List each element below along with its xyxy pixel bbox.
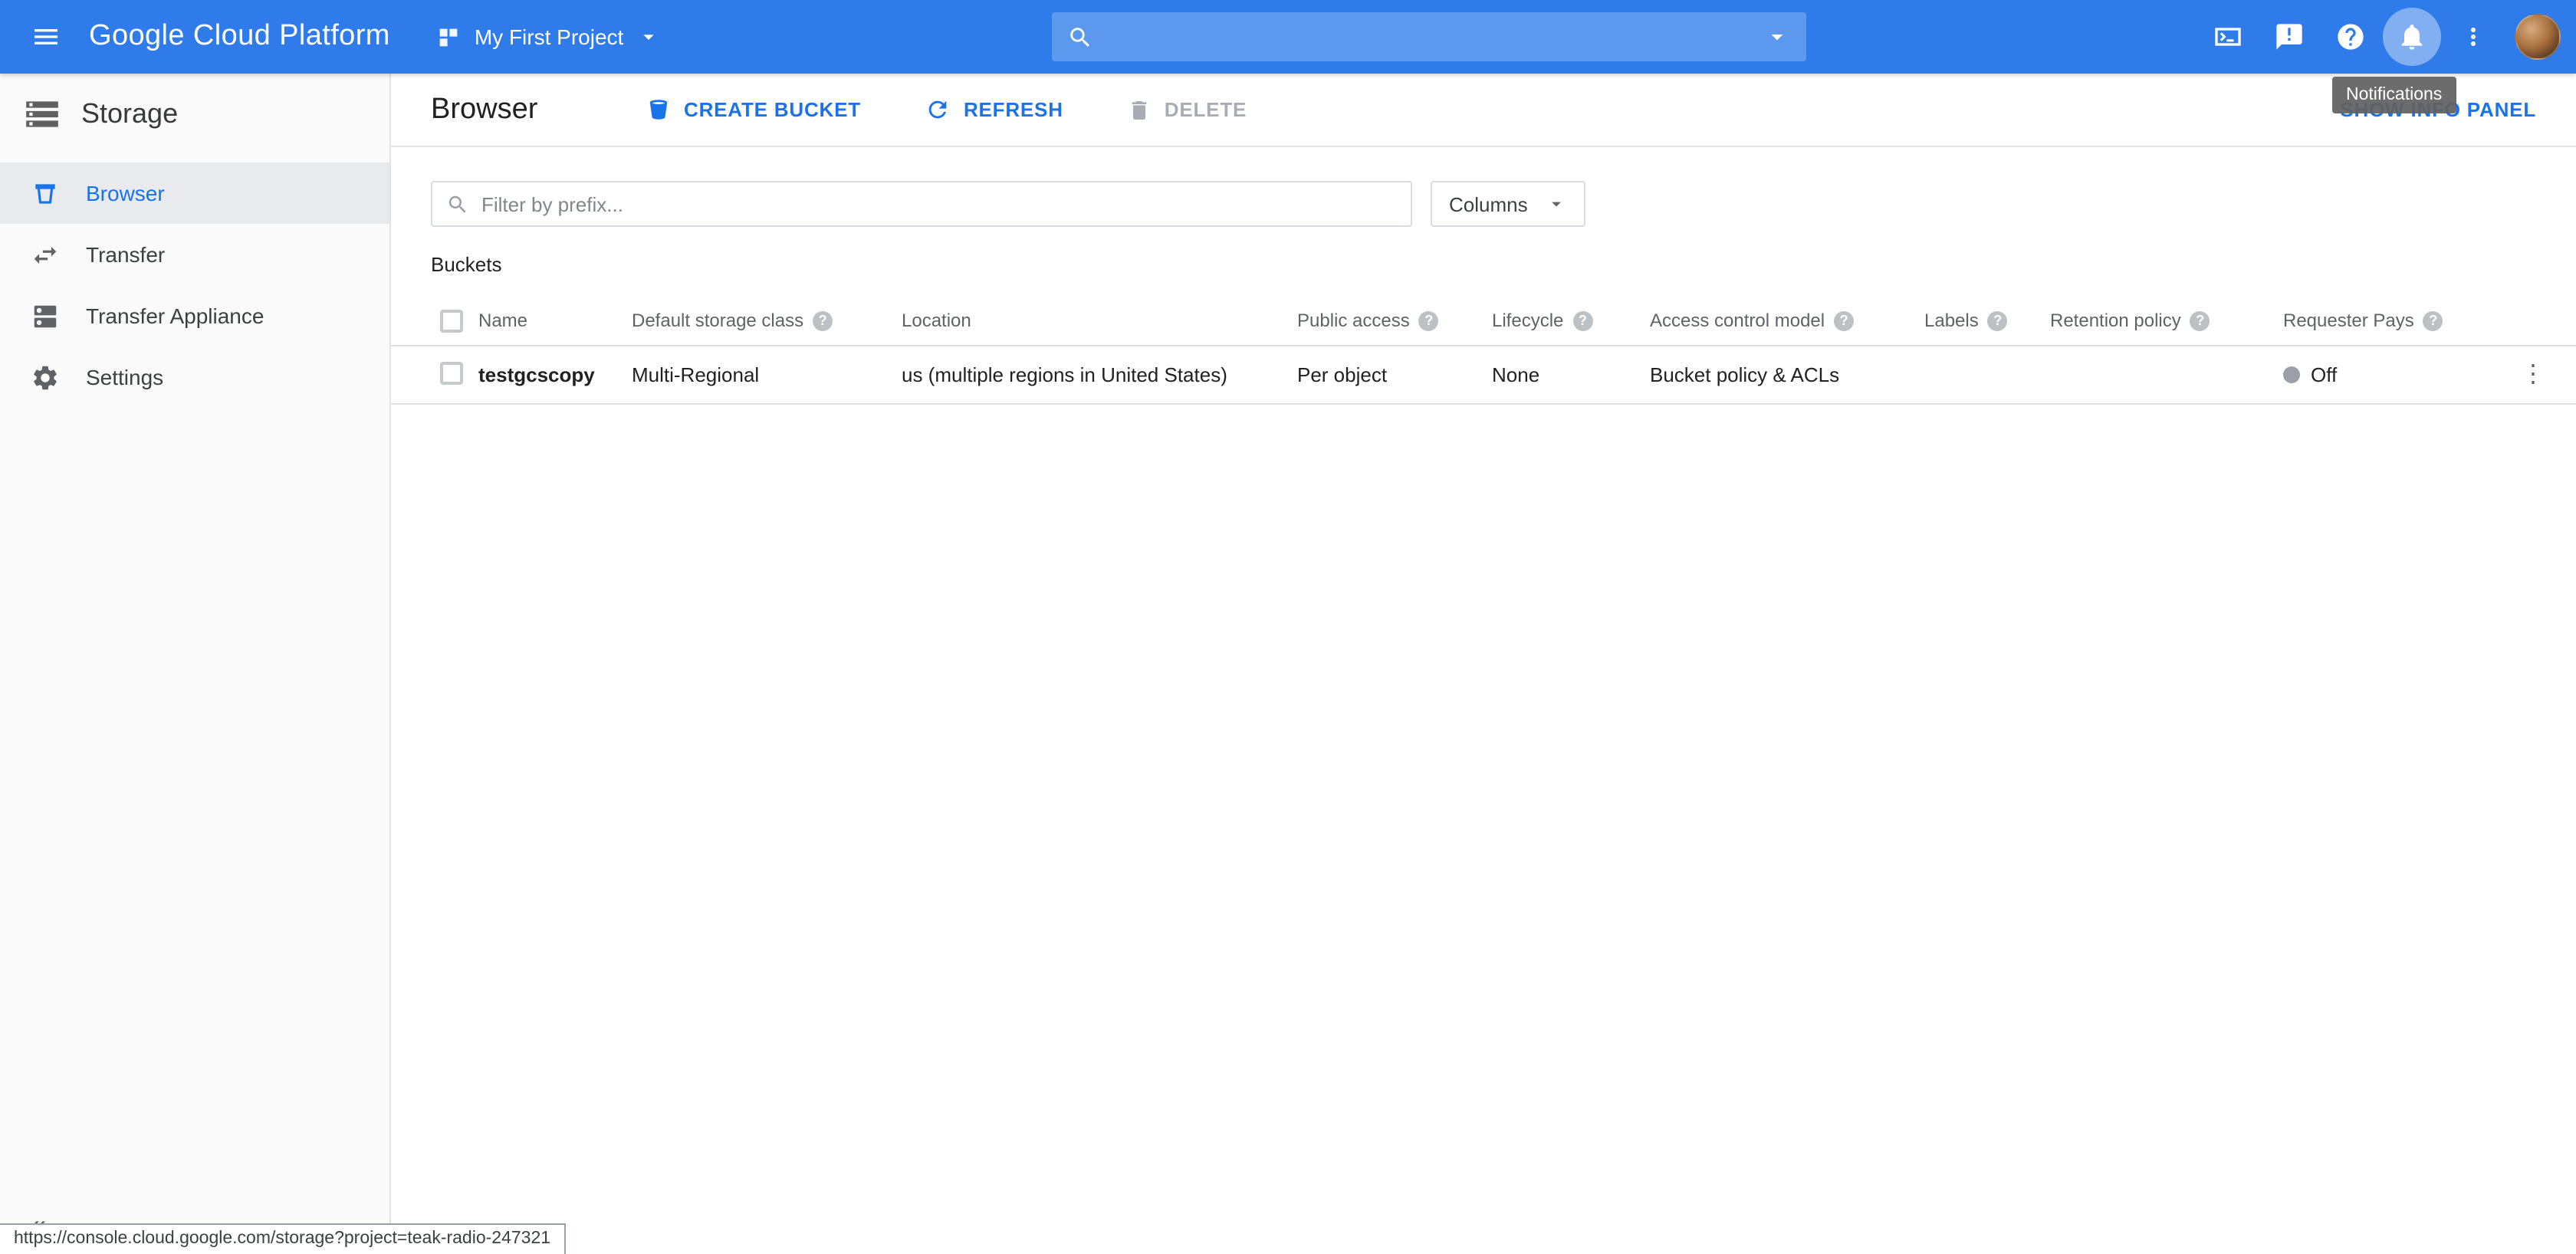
avatar[interactable] [2515, 14, 2561, 60]
cell-public-access: Per object [1297, 363, 1492, 386]
table-row[interactable]: testgcscopy Multi-Regional us (multiple … [391, 346, 2576, 405]
cell-lifecycle: None [1492, 363, 1650, 386]
project-name: My First Project [475, 25, 623, 49]
filter-input[interactable] [481, 192, 1397, 215]
sidebar-item-browser[interactable]: Browser [0, 162, 389, 224]
select-all-checkbox[interactable] [440, 309, 463, 332]
notifications-bell-icon[interactable] [2383, 8, 2441, 66]
sidebar-nav: Browser Transfer Transfer Appliance Sett… [0, 162, 389, 408]
col-storage-class: Default storage class? [632, 310, 902, 331]
trash-icon [1128, 97, 1152, 122]
cloud-shell-icon[interactable] [2199, 8, 2257, 66]
sidebar-title: Storage [81, 97, 178, 130]
help-icon[interactable]: ? [2423, 310, 2443, 330]
appliance-icon [29, 300, 60, 331]
feedback-icon[interactable] [2260, 8, 2318, 66]
status-link-preview: https://console.cloud.google.com/storage… [0, 1223, 566, 1254]
col-retention: Retention policy? [2050, 310, 2283, 331]
gear-icon [29, 362, 60, 392]
sidebar: Storage Browser Transfer Transfer Applia… [0, 74, 391, 1254]
help-icon[interactable]: ? [1419, 310, 1439, 330]
help-icon[interactable]: ? [1834, 310, 1854, 330]
search-dropdown-icon[interactable] [1763, 23, 1791, 51]
col-requester-pays: Requester Pays? [2283, 310, 2512, 331]
sidebar-header: Storage [0, 74, 389, 153]
col-lifecycle: Lifecycle? [1492, 310, 1650, 331]
help-icon[interactable]: ? [813, 310, 833, 330]
cell-storage-class: Multi-Regional [632, 363, 902, 386]
col-labels: Labels? [1924, 310, 2050, 331]
cell-requester-pays: Off [2283, 363, 2512, 386]
refresh-button[interactable]: REFRESH [925, 97, 1063, 123]
page-title: Browser [431, 93, 646, 126]
filter-box[interactable] [431, 181, 1412, 227]
table-header-row: Name Default storage class? Location Pub… [391, 296, 2576, 346]
topbar: Google Cloud Platform My First Project [0, 0, 2576, 74]
refresh-icon [925, 97, 951, 123]
chevron-down-icon [1546, 193, 1568, 215]
gcp-console: Google Cloud Platform My First Project [0, 0, 2576, 1254]
cell-access-control: Bucket policy & ACLs [1650, 363, 1924, 386]
col-name: Name [478, 310, 632, 331]
storage-product-icon [23, 94, 61, 133]
sidebar-item-settings[interactable]: Settings [0, 346, 389, 408]
help-icon[interactable]: ? [1572, 310, 1592, 330]
brand-title[interactable]: Google Cloud Platform [89, 20, 390, 54]
notifications-tooltip: Notifications [2332, 77, 2456, 113]
topbar-actions [2199, 0, 2561, 74]
toolbar: Columns [431, 181, 2536, 227]
col-location: Location [902, 310, 1297, 331]
add-bucket-icon [646, 97, 672, 123]
row-overflow-menu-icon[interactable]: ⋮ [2512, 359, 2555, 390]
chevron-down-icon [636, 25, 660, 49]
bucket-icon [29, 178, 60, 208]
search-bar[interactable] [1052, 12, 1806, 61]
sidebar-item-transfer[interactable]: Transfer [0, 224, 389, 285]
project-selector[interactable]: My First Project [436, 24, 660, 50]
content-header: Browser CREATE BUCKET REFRESH DELETE [391, 74, 2576, 147]
col-public-access: Public access? [1297, 310, 1492, 331]
sidebar-item-label: Transfer Appliance [86, 304, 264, 328]
sidebar-item-label: Transfer [86, 242, 165, 267]
create-bucket-button[interactable]: CREATE BUCKET [646, 97, 861, 123]
help-icon[interactable] [2321, 8, 2380, 66]
columns-dropdown[interactable]: Columns [1431, 181, 1586, 227]
buckets-table: Name Default storage class? Location Pub… [391, 296, 2576, 405]
project-icon [436, 24, 462, 50]
menu-icon[interactable] [15, 6, 77, 67]
help-icon[interactable]: ? [2190, 310, 2210, 330]
cell-location: us (multiple regions in United States) [902, 363, 1297, 386]
delete-button[interactable]: DELETE [1128, 97, 1247, 122]
status-dot-icon [2283, 366, 2300, 383]
help-icon[interactable]: ? [1988, 310, 2008, 330]
row-checkbox[interactable] [440, 361, 463, 384]
more-options-icon[interactable] [2444, 8, 2502, 66]
filter-search-icon [446, 192, 469, 215]
col-access-control: Access control model? [1650, 310, 1924, 331]
sidebar-item-transfer-appliance[interactable]: Transfer Appliance [0, 285, 389, 346]
search-icon [1067, 24, 1093, 50]
cell-bucket-name[interactable]: testgcscopy [478, 363, 632, 386]
sidebar-item-label: Settings [86, 365, 163, 389]
search-input[interactable] [1106, 25, 1751, 49]
main-content: Browser CREATE BUCKET REFRESH DELETE [391, 74, 2576, 1254]
transfer-arrows-icon [29, 239, 60, 270]
sidebar-item-label: Browser [86, 181, 165, 205]
buckets-section-label: Buckets [431, 253, 2536, 276]
